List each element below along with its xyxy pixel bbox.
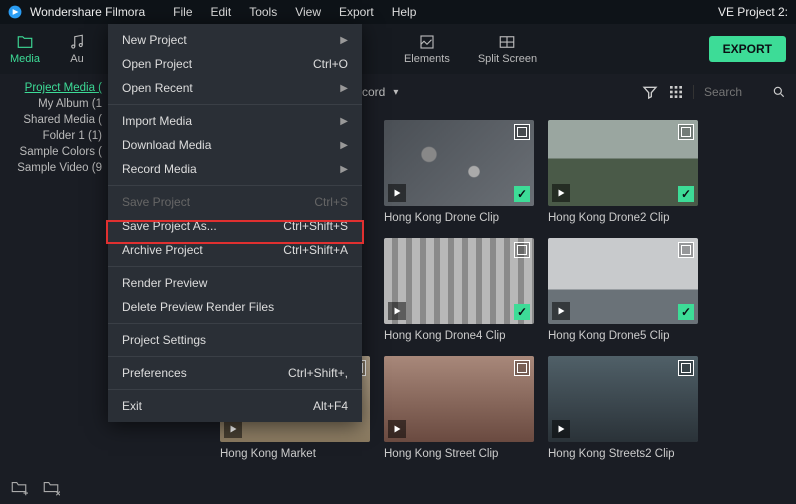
clip-caption: Hong Kong Streets2 Clip: [548, 448, 698, 460]
sidebar-item[interactable]: Project Media (: [0, 80, 110, 96]
filter-icon[interactable]: [641, 83, 659, 101]
sidebar-item[interactable]: Sample Colors (: [0, 144, 110, 160]
clip-caption: Hong Kong Drone Clip: [384, 212, 534, 224]
submenu-arrow-icon: ▶: [340, 83, 348, 94]
tab-audio[interactable]: Au: [68, 33, 86, 65]
play-preview-icon[interactable]: [552, 420, 570, 438]
sidebar-item[interactable]: My Album (1: [0, 96, 110, 112]
sidebar-item[interactable]: Shared Media (: [0, 112, 110, 128]
menu-item-download-media[interactable]: Download Media▶: [108, 133, 362, 157]
folder-add-icon[interactable]: [10, 478, 28, 496]
titlebar: Wondershare Filmora File Edit Tools View Exp…: [0, 0, 796, 24]
shortcut-label: Alt+F4: [313, 399, 348, 413]
record-label-cut: cord: [362, 85, 385, 99]
menu-item-save-project-as-[interactable]: Save Project As...Ctrl+Shift+S: [108, 214, 362, 238]
submenu-arrow-icon: ▶: [340, 116, 348, 127]
play-preview-icon[interactable]: [224, 420, 242, 438]
menu-item-open-recent[interactable]: Open Recent▶: [108, 76, 362, 100]
media-clip[interactable]: Hong Kong Streets2 Clip: [548, 356, 698, 460]
search-field[interactable]: [693, 85, 786, 99]
submenu-arrow-icon: ▶: [340, 140, 348, 151]
clip-caption: Hong Kong Street Clip: [384, 448, 534, 460]
tab-media[interactable]: Media: [10, 33, 40, 65]
menu-item-project-settings[interactable]: Project Settings: [108, 328, 362, 352]
export-button[interactable]: EXPORT: [709, 36, 786, 62]
clip-caption: Hong Kong Drone5 Clip: [548, 330, 698, 342]
check-icon: ✓: [514, 186, 530, 202]
play-preview-icon[interactable]: [388, 420, 406, 438]
folder-remove-icon[interactable]: [42, 478, 60, 496]
clip-caption: Hong Kong Drone4 Clip: [384, 330, 534, 342]
menu-tools[interactable]: Tools: [249, 5, 277, 19]
media-clip[interactable]: ✓ Hong Kong Drone2 Clip: [548, 120, 698, 224]
menu-file[interactable]: File: [173, 5, 192, 19]
menu-item-save-project: Save ProjectCtrl+S: [108, 190, 362, 214]
app-name: Wondershare Filmora: [30, 5, 145, 19]
stack-icon: [678, 124, 694, 140]
clip-caption: Hong Kong Drone2 Clip: [548, 212, 698, 224]
stack-icon: [514, 242, 530, 258]
menu-item-import-media[interactable]: Import Media▶: [108, 109, 362, 133]
menubar: File Edit Tools View Export Help: [173, 5, 416, 19]
stack-icon: [678, 242, 694, 258]
chevron-down-icon[interactable]: ▾: [393, 87, 398, 98]
menu-help[interactable]: Help: [392, 5, 417, 19]
stack-icon: [678, 360, 694, 376]
play-preview-icon[interactable]: [388, 302, 406, 320]
grid-view-icon[interactable]: [667, 83, 685, 101]
check-icon: ✓: [678, 304, 694, 320]
search-icon[interactable]: [772, 85, 786, 99]
shortcut-label: Ctrl+Shift+A: [283, 243, 348, 257]
shortcut-label: Ctrl+O: [313, 57, 348, 71]
menu-view[interactable]: View: [295, 5, 321, 19]
play-preview-icon[interactable]: [552, 302, 570, 320]
play-preview-icon[interactable]: [552, 184, 570, 202]
sidebar-item[interactable]: Sample Video (9: [0, 160, 110, 176]
tab-elements[interactable]: Elements: [404, 33, 450, 65]
menu-item-render-preview[interactable]: Render Preview: [108, 271, 362, 295]
check-icon: ✓: [514, 304, 530, 320]
media-subtoolbar: cord ▾: [362, 78, 786, 106]
app-logo-icon: [8, 5, 22, 19]
media-clip[interactable]: ✓ Hong Kong Drone Clip: [384, 120, 534, 224]
menu-edit[interactable]: Edit: [211, 5, 232, 19]
menu-item-delete-preview-render-files[interactable]: Delete Preview Render Files: [108, 295, 362, 319]
file-menu-dropdown: New Project▶Open ProjectCtrl+OOpen Recen…: [108, 24, 362, 422]
project-title: VE Project 2:: [718, 5, 788, 19]
bottom-folder-icons: [10, 478, 60, 496]
menu-item-exit[interactable]: ExitAlt+F4: [108, 394, 362, 418]
shortcut-label: Ctrl+Shift+,: [288, 366, 348, 380]
media-clip[interactable]: Hong Kong Street Clip: [384, 356, 534, 460]
shortcut-label: Ctrl+Shift+S: [283, 219, 348, 233]
menu-item-archive-project[interactable]: Archive ProjectCtrl+Shift+A: [108, 238, 362, 262]
check-icon: ✓: [678, 186, 694, 202]
clip-caption: Hong Kong Market: [220, 448, 370, 460]
menu-item-preferences[interactable]: PreferencesCtrl+Shift+,: [108, 361, 362, 385]
search-input[interactable]: [704, 85, 766, 99]
media-clip[interactable]: ✓ Hong Kong Drone5 Clip: [548, 238, 698, 342]
left-panel: Project Media (My Album (1Shared Media (…: [0, 74, 110, 182]
submenu-arrow-icon: ▶: [340, 164, 348, 175]
media-clip[interactable]: ✓ Hong Kong Drone4 Clip: [384, 238, 534, 342]
stack-icon: [514, 360, 530, 376]
menu-export[interactable]: Export: [339, 5, 374, 19]
shortcut-label: Ctrl+S: [314, 195, 348, 209]
stack-icon: [514, 124, 530, 140]
menu-item-record-media[interactable]: Record Media▶: [108, 157, 362, 181]
submenu-arrow-icon: ▶: [340, 35, 348, 46]
sidebar-item[interactable]: Folder 1 (1): [0, 128, 110, 144]
tab-splitscreen[interactable]: Split Screen: [478, 33, 537, 65]
play-preview-icon[interactable]: [388, 184, 406, 202]
menu-item-new-project[interactable]: New Project▶: [108, 28, 362, 52]
menu-item-open-project[interactable]: Open ProjectCtrl+O: [108, 52, 362, 76]
